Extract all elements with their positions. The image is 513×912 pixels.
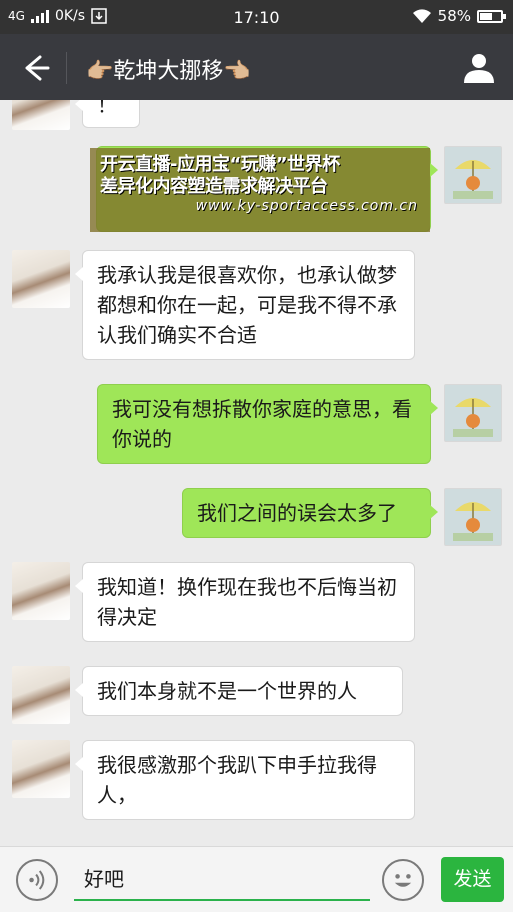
status-bar: 4G 0K/s 17:10 58%: [0, 0, 513, 34]
contact-avatar[interactable]: [12, 740, 70, 798]
watermark-overlay: 开云直播-应用宝“玩赚”世界杯 差异化内容塑造需求解决平台 www.ky-spo…: [90, 148, 430, 232]
cartoon-umbrella-icon: [453, 160, 493, 199]
contact-avatar[interactable]: [12, 562, 70, 620]
message-bubble: ！: [75, 100, 140, 128]
voice-icon[interactable]: [16, 859, 58, 901]
message-bubble: 我知道！换作现在我也不后悔当初得决定: [75, 562, 415, 642]
emoji-icon[interactable]: [382, 859, 424, 901]
message-bubble: 我很感激那个我趴下申手拉我得人，: [75, 740, 415, 820]
cartoon-umbrella-icon: [453, 398, 493, 437]
wifi-icon: [412, 9, 431, 23]
status-right: 58%: [412, 7, 506, 25]
watermark-url: www.ky-sportaccess.com.cn: [195, 198, 418, 214]
contact-avatar[interactable]: [12, 666, 70, 724]
cartoon-umbrella-icon: [453, 502, 493, 541]
message-bubble: 我们之间的误会太多了: [182, 488, 438, 538]
input-bar: 好吧 发送: [0, 846, 513, 912]
my-avatar[interactable]: [444, 146, 502, 204]
contact-avatar[interactable]: [12, 100, 70, 130]
back-arrow-icon[interactable]: [14, 48, 54, 88]
watermark-line-1: 开云直播-应用宝“玩赚”世界杯: [100, 154, 340, 175]
chat-title: 👉🏼乾坤大挪移👈🏼: [86, 59, 251, 84]
message-text: 我承认我是很喜欢你，也承认做梦都想和你在一起，可是我不得不承认我们确实不合适: [97, 263, 397, 347]
message-text: 我们本身就不是一个世界的人: [97, 679, 357, 703]
profile-icon[interactable]: [461, 50, 497, 86]
my-avatar[interactable]: [444, 488, 502, 546]
send-button[interactable]: 发送: [441, 857, 504, 902]
contact-avatar[interactable]: [12, 250, 70, 308]
battery-percent: 58%: [437, 7, 471, 25]
header-divider: [66, 52, 67, 84]
message-input[interactable]: 好吧: [74, 857, 370, 901]
battery-icon: [477, 9, 506, 23]
message-text: 我们之间的误会太多了: [197, 501, 397, 525]
message-text: 我知道！换作现在我也不后悔当初得决定: [97, 575, 397, 629]
watermark-line-2: 差异化内容塑造需求解决平台: [100, 176, 328, 197]
chat-header: 👉🏼乾坤大挪移👈🏼: [0, 34, 513, 100]
my-avatar[interactable]: [444, 384, 502, 442]
message-bubble: 我可没有想拆散你家庭的意思，看你说的: [97, 384, 438, 464]
message-bubble: 我们本身就不是一个世界的人: [75, 666, 403, 716]
message-bubble: 我承认我是很喜欢你，也承认做梦都想和你在一起，可是我不得不承认我们确实不合适: [75, 250, 415, 360]
message-text: ！: [97, 100, 117, 117]
message-text: 我可没有想拆散你家庭的意思，看你说的: [112, 397, 412, 451]
message-text: 我很感激那个我趴下申手拉我得人，: [97, 753, 377, 807]
